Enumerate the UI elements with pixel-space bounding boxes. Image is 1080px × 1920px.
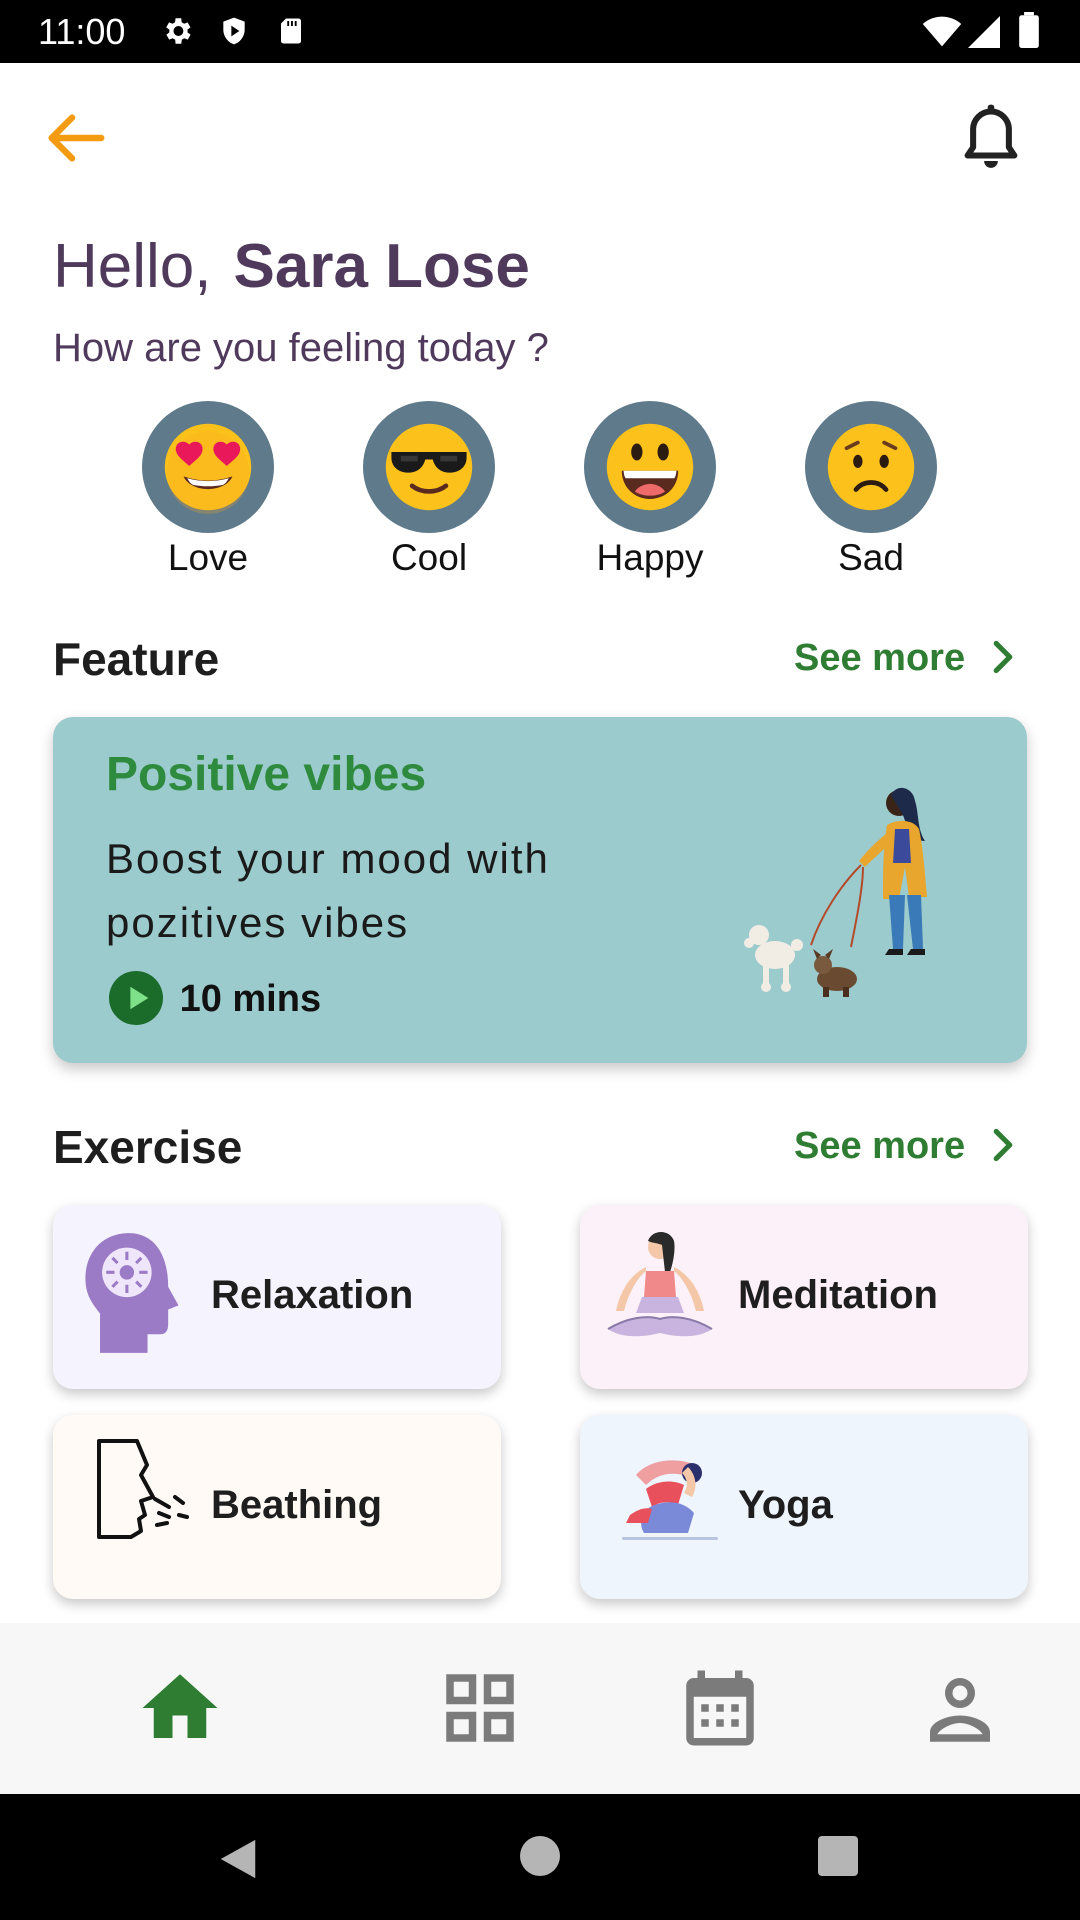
feature-card[interactable]: Positive vibes Boost your mood with pozi… [53, 717, 1027, 1063]
grid-icon [446, 1674, 514, 1742]
profile-icon [930, 1678, 990, 1742]
mood-circle [142, 401, 274, 533]
sunglasses-emoji [385, 423, 473, 511]
status-time: 11:00 [38, 11, 126, 52]
back-button[interactable] [40, 103, 110, 173]
head-brain-icon [85, 1233, 179, 1353]
home-icon [142, 1674, 218, 1738]
battery-icon [1018, 12, 1040, 53]
yoga-icon [622, 1460, 718, 1540]
see-more-label: See more [794, 1125, 966, 1167]
mood-label: Love [167, 537, 249, 578]
arrow-left-icon [48, 114, 105, 162]
see-more-label: See more [794, 637, 966, 679]
breathing-icon [97, 1439, 189, 1539]
feature-section-title: Feature [53, 633, 220, 685]
feature-see-more-link[interactable]: See more [794, 637, 1016, 680]
shield-icon [218, 14, 250, 53]
grinning-emoji [606, 423, 694, 511]
mood-happy[interactable]: Happy [565, 401, 735, 581]
greeting: Hello, Sara Lose [53, 231, 530, 302]
exercise-card-yoga[interactable]: Yoga [580, 1415, 1028, 1599]
mood-selector: Love Cool Happy Sad [0, 401, 1080, 581]
mood-circle [363, 401, 495, 533]
calendar-icon [686, 1670, 754, 1746]
mood-question: How are you feeling today ? [53, 326, 549, 370]
exercise-label: Relaxation [211, 1273, 414, 1317]
meditation-icon [607, 1232, 713, 1337]
mood-sad[interactable]: Sad [786, 401, 956, 581]
status-bar: 11:00 [0, 0, 1080, 63]
bottom-navigation [0, 1623, 1080, 1794]
sd-card-icon [276, 14, 306, 53]
system-navigation-bar [0, 1794, 1080, 1920]
home-screen: Hello, Sara Lose How are you feeling toda… [0, 63, 1080, 1794]
feature-card-title: Positive vibes [106, 748, 427, 801]
worried-emoji [827, 423, 915, 511]
back-triangle-icon[interactable] [216, 1836, 260, 1887]
feature-card-duration[interactable]: 10 mins [109, 971, 322, 1025]
feature-card-description: Boost your mood with pozitives vibes [106, 835, 550, 946]
mood-circle [805, 401, 937, 533]
exercise-label: Beathing [211, 1483, 383, 1527]
mood-label: Sad [838, 537, 904, 578]
exercise-card-breathing[interactable]: Beathing [53, 1415, 501, 1599]
duration-label: 10 mins [179, 978, 322, 1021]
nav-home[interactable] [135, 1663, 225, 1753]
mood-love[interactable]: Love [123, 401, 293, 581]
woman-walking-dogs-illustration [744, 787, 927, 997]
mood-label: Happy [596, 537, 704, 578]
mood-circle [584, 401, 716, 533]
exercise-card-relaxation[interactable]: Relaxation [53, 1205, 501, 1389]
mood-label: Cool [390, 537, 468, 578]
recents-square-icon[interactable] [818, 1836, 858, 1881]
exercise-section-title: Exercise [53, 1121, 243, 1173]
gear-icon [160, 14, 194, 53]
notification-button[interactable] [958, 101, 1024, 177]
heart-eyes-emoji [164, 423, 252, 514]
signal-icon [968, 16, 1000, 53]
wifi-icon [922, 16, 962, 53]
exercise-label: Meditation [738, 1273, 938, 1317]
greeting-hello: Hello, [53, 232, 212, 301]
chevron-right-icon [993, 640, 1013, 674]
home-circle-icon[interactable] [520, 1836, 560, 1881]
play-circle-icon [109, 971, 163, 1025]
exercise-label: Yoga [738, 1483, 833, 1527]
nav-calendar[interactable] [675, 1663, 765, 1753]
bell-icon [964, 104, 1018, 168]
nav-profile[interactable] [915, 1663, 1005, 1753]
nav-grid[interactable] [435, 1663, 525, 1753]
user-name: Sara Lose [233, 232, 530, 301]
chevron-right-icon [993, 1128, 1013, 1162]
exercise-card-meditation[interactable]: Meditation [580, 1205, 1028, 1389]
mood-cool[interactable]: Cool [344, 401, 514, 581]
exercise-see-more-link[interactable]: See more [794, 1125, 1016, 1168]
